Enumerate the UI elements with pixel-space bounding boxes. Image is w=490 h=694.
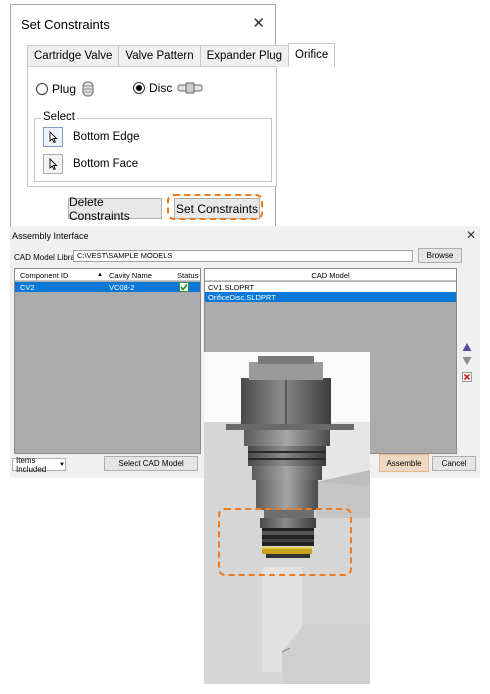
bottom-edge-row[interactable]: Bottom Edge: [43, 127, 139, 147]
tab-bar: Cartridge Valve Valve Pattern Expander P…: [27, 43, 336, 67]
column-header-cad-model[interactable]: CAD Model: [205, 271, 456, 280]
bottom-face-select-button[interactable]: [43, 154, 63, 174]
orifice-panel: Plug Disc Select Bottom Edge Bottom Face: [27, 66, 277, 187]
window-title: Assembly Interface: [12, 231, 89, 241]
bottom-face-row[interactable]: Bottom Face: [43, 154, 138, 174]
column-header-component-id[interactable]: Component ID: [20, 271, 68, 280]
plug-label: Plug: [52, 82, 77, 96]
close-icon[interactable]: ✕: [466, 228, 476, 242]
library-path-input[interactable]: C:\VEST\SAMPLE MODELS: [73, 250, 413, 262]
plug-radio[interactable]: [36, 83, 48, 95]
column-header-status[interactable]: Status: [177, 271, 198, 280]
cancel-button[interactable]: Cancel: [432, 456, 476, 471]
sort-ascending-icon: ▲: [97, 272, 103, 278]
plug-radio-option[interactable]: Plug: [36, 81, 95, 97]
tab-cartridge-valve[interactable]: Cartridge Valve: [27, 45, 120, 67]
items-included-label: Items Included: [16, 455, 47, 474]
move-down-icon[interactable]: [462, 356, 472, 366]
column-header-cavity-name[interactable]: Cavity Name: [109, 271, 152, 280]
remove-icon[interactable]: [462, 372, 472, 382]
disc-icon: [177, 82, 203, 94]
plug-icon: [82, 81, 94, 97]
disc-radio[interactable]: [133, 82, 145, 94]
assemble-button[interactable]: Assemble: [379, 454, 429, 472]
cell-cad-model: OrificeDisc.SLDPRT: [208, 293, 276, 302]
table-row[interactable]: OrificeDisc.SLDPRT: [205, 292, 456, 302]
select-cad-model-button[interactable]: Select CAD Model: [104, 456, 198, 471]
browse-button[interactable]: Browse: [418, 248, 462, 263]
bottom-edge-select-button[interactable]: [43, 127, 63, 147]
move-up-icon[interactable]: [462, 342, 472, 352]
cursor-icon: [49, 131, 58, 143]
cell-cad-model: CV1.SLDPRT: [208, 283, 255, 292]
tab-valve-pattern[interactable]: Valve Pattern: [118, 45, 201, 67]
tab-expander-plug[interactable]: Expander Plug: [199, 45, 290, 67]
bottom-edge-label: Bottom Edge: [73, 131, 140, 143]
dialog-title: Set Constraints: [21, 17, 110, 32]
cell-component-id: CV2: [20, 283, 35, 292]
table-row[interactable]: CV2 VC08-2: [15, 282, 200, 292]
select-group-label: Select: [41, 111, 77, 123]
highlight-set-constraints: [167, 194, 263, 220]
disc-label: Disc: [149, 81, 173, 95]
status-checkbox[interactable]: [179, 282, 189, 292]
tab-orifice[interactable]: Orifice: [288, 43, 336, 67]
items-included-dropdown[interactable]: Items Included ▼: [12, 455, 66, 474]
cell-cavity-name: VC08-2: [109, 283, 135, 292]
cursor-icon: [49, 158, 58, 170]
table-row[interactable]: CV1.SLDPRT: [205, 282, 456, 292]
highlight-orifice-disc: [218, 508, 352, 576]
grid-header: CAD Model: [205, 269, 456, 281]
select-group: Select Bottom Edge Bottom Face: [34, 111, 272, 182]
library-label: CAD Model Library: [14, 253, 82, 262]
chevron-down-icon: ▼: [59, 461, 65, 468]
grid-header: Component ID ▲ Cavity Name Status: [15, 269, 200, 281]
close-icon[interactable]: ✕: [252, 14, 265, 32]
bottom-face-label: Bottom Face: [73, 158, 139, 170]
disc-radio-option[interactable]: Disc: [133, 81, 203, 95]
delete-constraints-button[interactable]: Delete Constraints: [68, 195, 162, 223]
component-grid[interactable]: Component ID ▲ Cavity Name Status CV2 VC…: [14, 268, 201, 454]
